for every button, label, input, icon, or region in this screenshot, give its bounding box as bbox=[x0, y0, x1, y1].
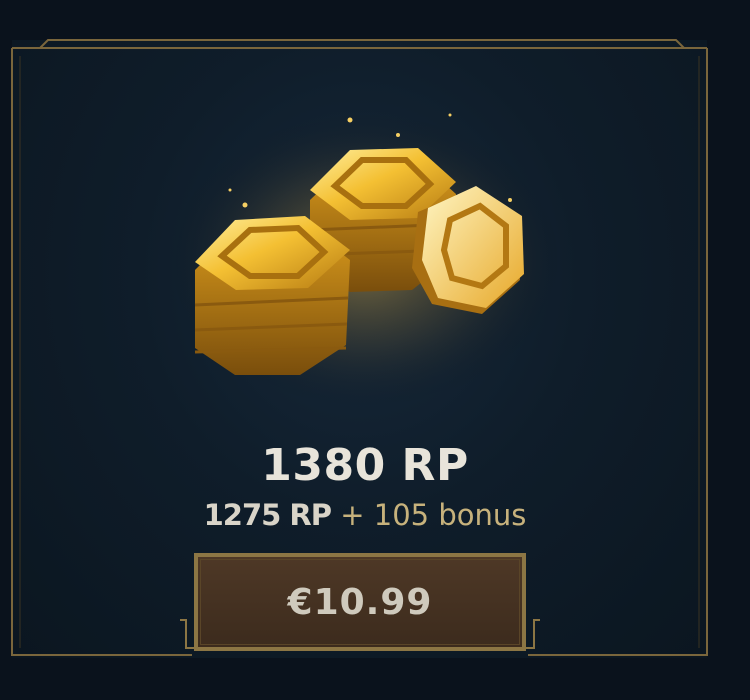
price-label: €10.99 bbox=[287, 581, 433, 623]
rp-breakdown: 1275 RP + 105 bonus bbox=[0, 498, 730, 532]
rp-base-amount: 1275 RP bbox=[203, 498, 332, 532]
plus-sign: + bbox=[340, 498, 365, 532]
rp-total-amount: 1380 RP bbox=[261, 440, 469, 491]
rp-coin-stack-icon bbox=[165, 110, 565, 410]
rp-bonus-amount: 105 bonus bbox=[373, 498, 527, 532]
buy-price-button[interactable]: €10.99 bbox=[194, 553, 526, 651]
